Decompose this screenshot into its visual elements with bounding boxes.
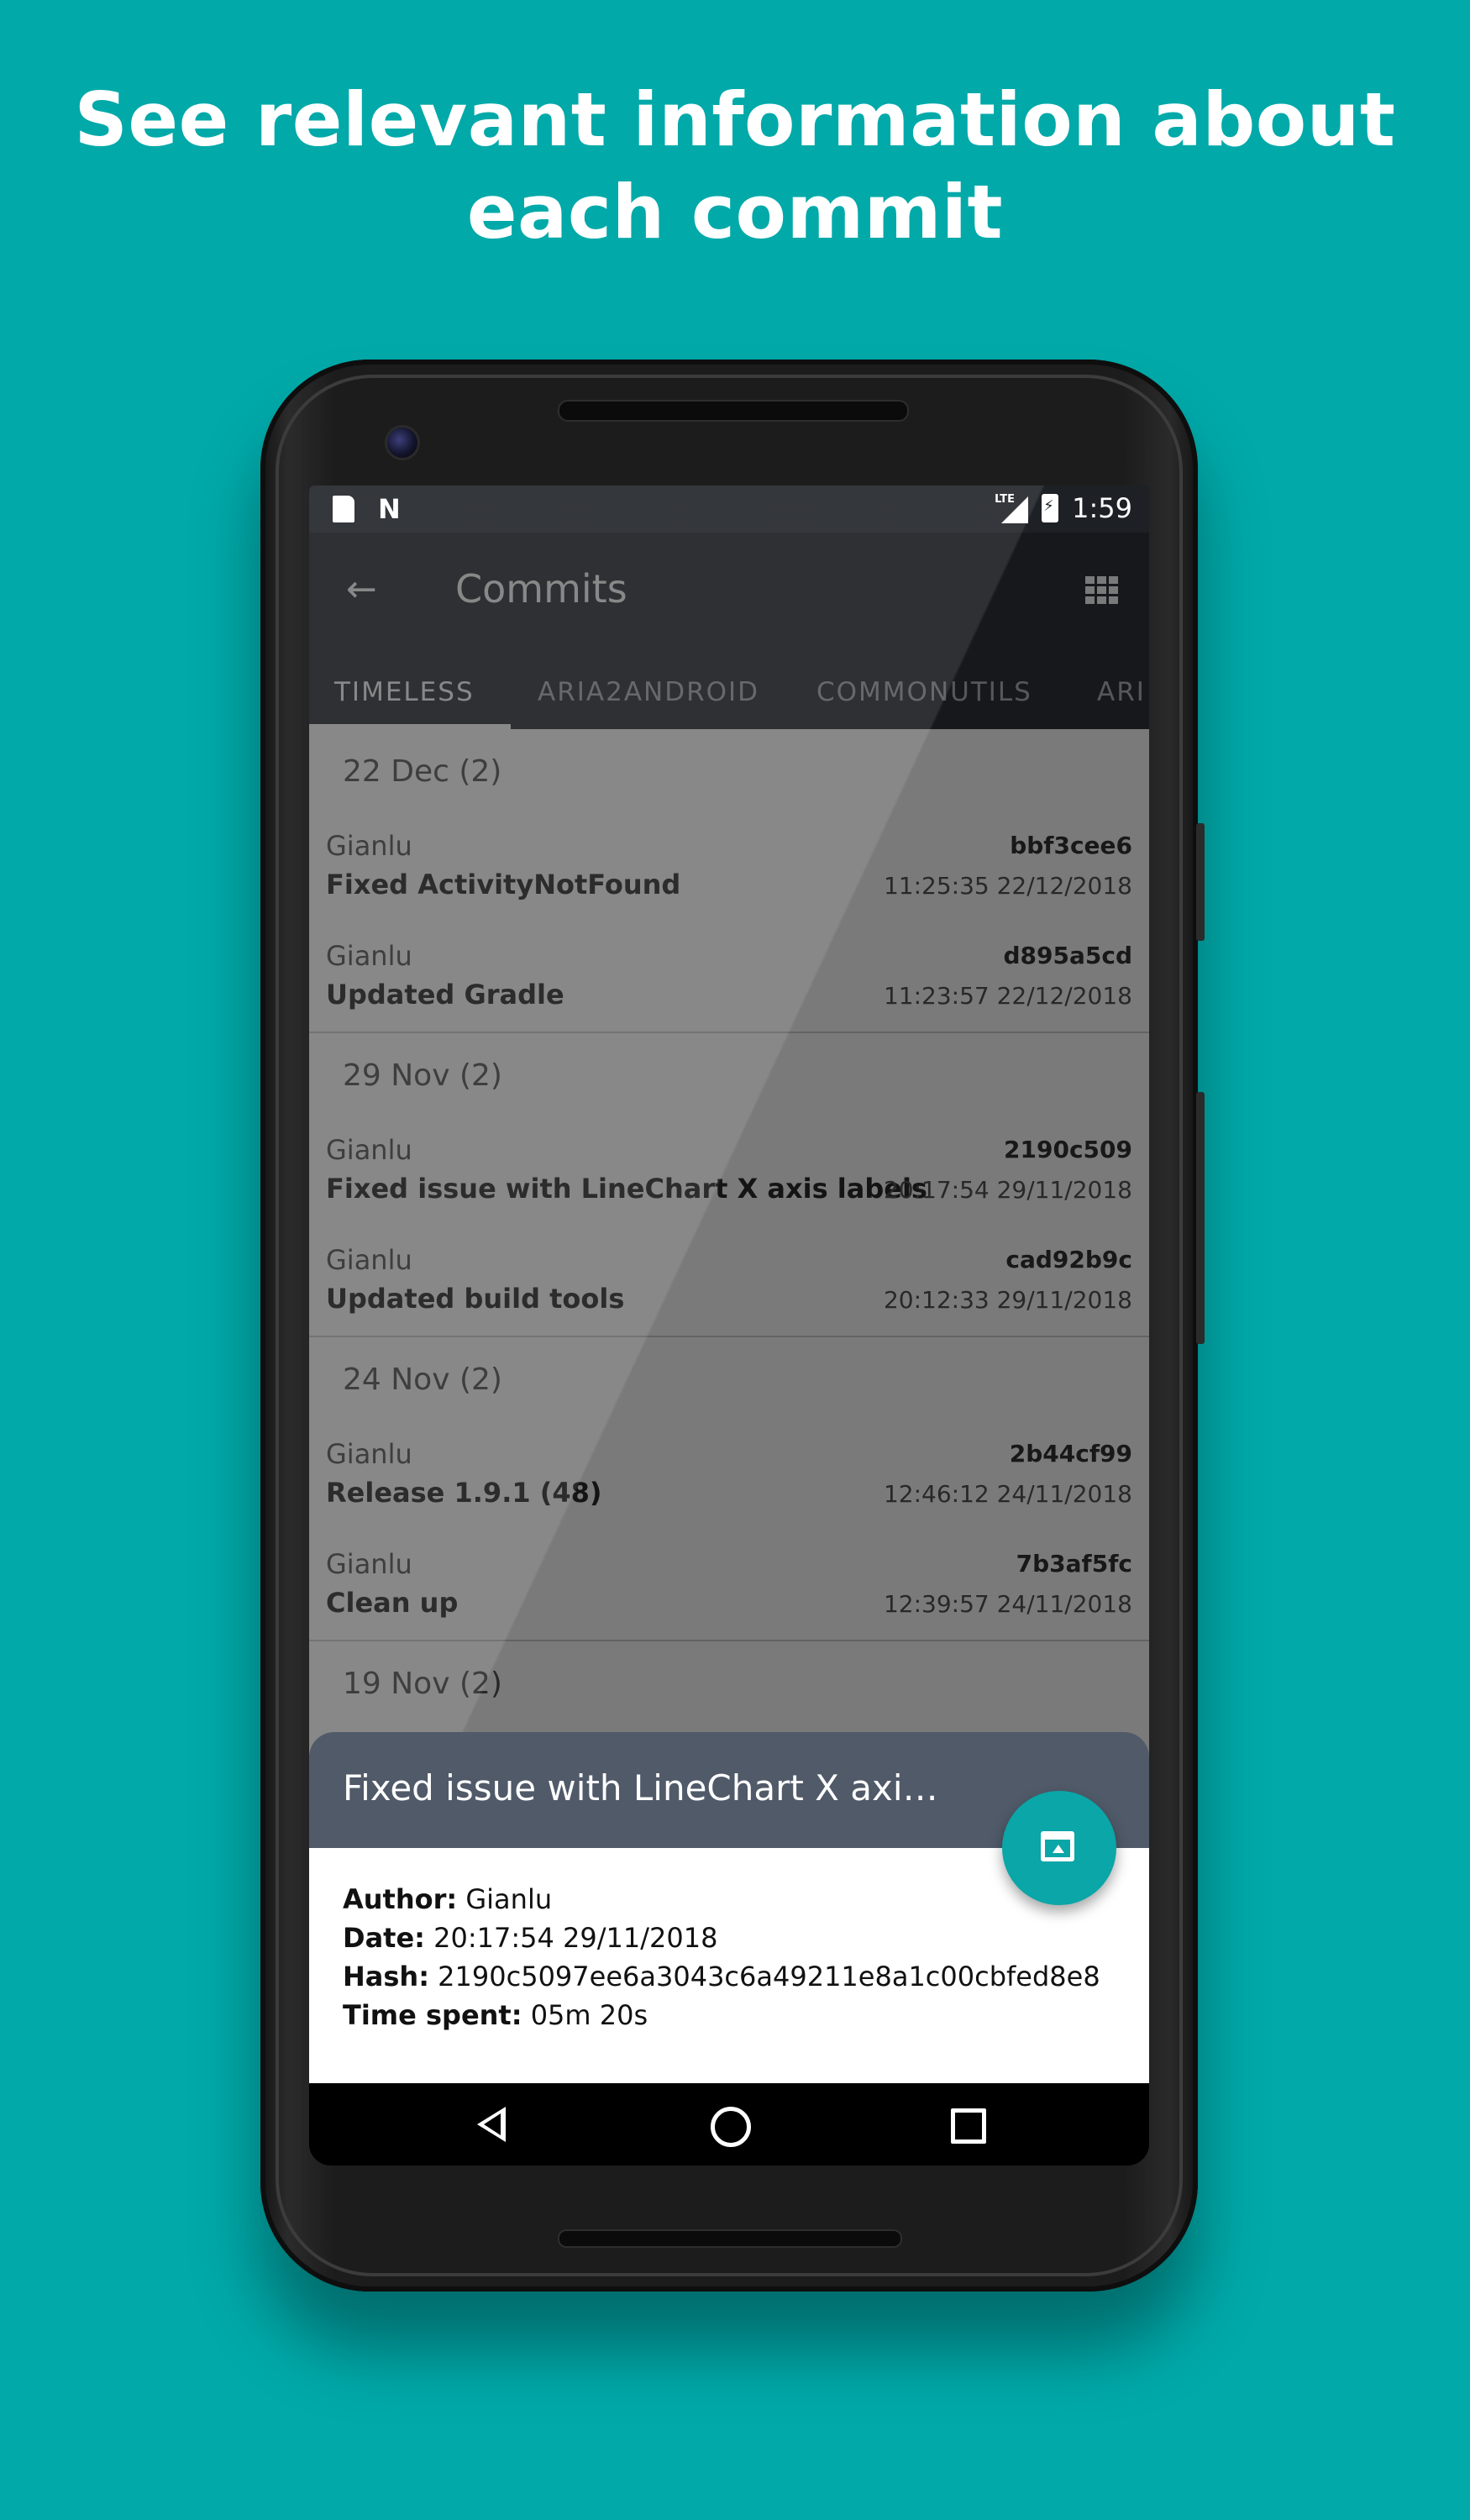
commit-message: Fixed issue with LineChart X axis labels xyxy=(326,1173,927,1205)
detail-hash: Hash: 2190c5097ee6a3043c6a49211e8a1c00cb… xyxy=(343,1961,1100,1992)
commit-hash: 2b44cf99 xyxy=(1009,1440,1132,1467)
group-header: 24 Nov (2) xyxy=(343,1362,502,1397)
sd-card-icon xyxy=(333,496,354,522)
commit-row[interactable]: Gianlu Clean up 7b3af5fc 12:39:57 24/11/… xyxy=(309,1530,1149,1640)
repo-tabs: TIMELESS ARIA2ANDROID COMMONUTILS ARI xyxy=(309,647,1149,729)
n-notification-icon: N xyxy=(378,493,401,525)
commit-author: Gianlu xyxy=(326,1134,412,1166)
tab-commonutils[interactable]: COMMONUTILS xyxy=(816,677,1032,707)
power-button xyxy=(1196,823,1205,941)
commit-time: 12:39:57 24/11/2018 xyxy=(883,1590,1132,1618)
earpiece-speaker xyxy=(558,400,909,422)
clock: 1:59 xyxy=(1072,492,1132,524)
commit-time: 11:23:57 22/12/2018 xyxy=(883,982,1132,1010)
group-header: 29 Nov (2) xyxy=(343,1058,502,1093)
commit-time: 20:17:54 29/11/2018 xyxy=(883,1176,1132,1204)
tab-aria2android[interactable]: ARIA2ANDROID xyxy=(538,677,759,707)
phone-screen: N LTE 1:59 ← Commits TIMELESS ARIA2ANDRO… xyxy=(309,486,1149,2166)
front-camera xyxy=(385,425,420,460)
nav-back-icon[interactable] xyxy=(477,2107,506,2142)
commit-message: Release 1.9.1 (48) xyxy=(326,1477,602,1509)
commit-list: 22 Dec (2) Gianlu Fixed ActivityNotFound… xyxy=(309,729,1149,1796)
battery-charging-icon xyxy=(1042,494,1059,522)
arrow-left-icon[interactable]: ← xyxy=(346,571,383,608)
detail-date: Date: 20:17:54 29/11/2018 xyxy=(343,1922,718,1954)
app-bar: ← Commits xyxy=(309,533,1149,647)
status-bar: N LTE 1:59 xyxy=(309,486,1149,533)
commit-row[interactable]: Gianlu Fixed issue with LineChart X axis… xyxy=(309,1116,1149,1226)
commit-row[interactable]: Gianlu Updated build tools cad92b9c 20:1… xyxy=(309,1226,1149,1336)
commit-message: Updated build tools xyxy=(326,1283,625,1315)
commit-time: 20:12:33 29/11/2018 xyxy=(883,1286,1132,1314)
tab-ari[interactable]: ARI xyxy=(1097,677,1146,707)
nav-home-icon[interactable] xyxy=(711,2107,751,2147)
headline-line-1: See relevant information about xyxy=(74,76,1396,163)
group-header: 22 Dec (2) xyxy=(343,754,502,789)
navigation-bar xyxy=(309,2083,1149,2166)
bottom-speaker xyxy=(558,2229,902,2248)
tab-timeless[interactable]: TIMELESS xyxy=(334,677,475,707)
commit-author: Gianlu xyxy=(326,830,412,862)
open-in-browser-icon xyxy=(1041,1831,1074,1861)
page-title: Commits xyxy=(455,566,627,612)
headline: See relevant information about each comm… xyxy=(0,74,1470,259)
commit-hash: bbf3cee6 xyxy=(1010,832,1132,859)
group-header: 19 Nov (2) xyxy=(343,1667,502,1701)
volume-button xyxy=(1196,1092,1205,1344)
commit-message: Updated Gradle xyxy=(326,979,564,1011)
commit-time: 11:25:35 22/12/2018 xyxy=(883,872,1132,900)
detail-author: Author: Gianlu xyxy=(343,1883,553,1915)
commit-hash: d895a5cd xyxy=(1003,942,1132,969)
open-in-browser-button[interactable] xyxy=(1002,1791,1116,1905)
nav-recents-icon[interactable] xyxy=(951,2108,986,2144)
commit-author: Gianlu xyxy=(326,940,412,972)
commit-hash: 2190c509 xyxy=(1004,1136,1132,1163)
commit-message: Fixed ActivityNotFound xyxy=(326,869,681,900)
commit-author: Gianlu xyxy=(326,1244,412,1276)
commit-row[interactable]: Gianlu Updated Gradle d895a5cd 11:23:57 … xyxy=(309,921,1149,1032)
commit-row[interactable]: Gianlu Release 1.9.1 (48) 2b44cf99 12:46… xyxy=(309,1420,1149,1530)
commit-author: Gianlu xyxy=(326,1548,412,1580)
sheet-title: Fixed issue with LineChart X axi… xyxy=(343,1767,938,1809)
headline-line-2: each commit xyxy=(466,169,1004,255)
commit-author: Gianlu xyxy=(326,1438,412,1470)
detail-time-spent: Time spent: 05m 20s xyxy=(343,1999,648,2031)
commit-hash: cad92b9c xyxy=(1005,1246,1132,1273)
grid-icon[interactable] xyxy=(1085,576,1119,605)
commit-row[interactable]: Gianlu Fixed ActivityNotFound bbf3cee6 1… xyxy=(309,811,1149,921)
commit-hash: 7b3af5fc xyxy=(1016,1550,1132,1578)
commit-time: 12:46:12 24/11/2018 xyxy=(883,1480,1132,1508)
commit-details-sheet: Fixed issue with LineChart X axi… Author… xyxy=(309,1732,1149,2083)
commit-message: Clean up xyxy=(326,1587,459,1619)
signal-icon: LTE xyxy=(995,493,1029,523)
